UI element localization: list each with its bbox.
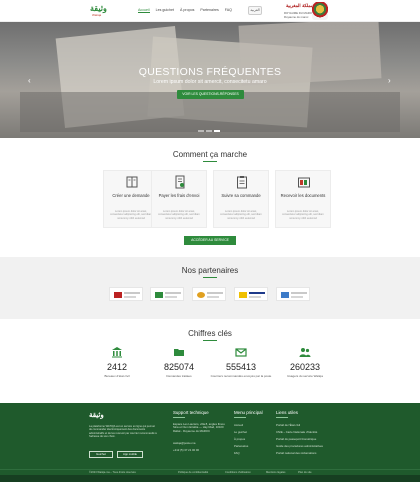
legal-link[interactable]: Plan du site <box>298 471 312 474</box>
receipt-icon <box>175 175 185 189</box>
watiqa-logo[interactable]: وثيقة Watiqa <box>88 3 114 19</box>
footer-menu-item[interactable]: À propos <box>234 437 245 441</box>
section-divider <box>203 277 217 278</box>
footer-menu-item[interactable]: FAQ <box>234 451 240 455</box>
step-card: Recevoir les documents Lorem ipsum dolor… <box>275 170 331 228</box>
slide-dot[interactable] <box>198 130 204 132</box>
logo-sub: Watiqa <box>92 13 102 17</box>
support-phone: +212 (5) 37 21 00 00 <box>173 448 200 452</box>
menu-title: Menu principal <box>234 410 263 415</box>
footer-link[interactable]: CNIE – Carte Nationale d'Identité <box>276 430 317 434</box>
step-title: Suivre sa commande <box>221 193 261 198</box>
book-icon <box>126 176 138 188</box>
step-title: Recevoir les documents <box>280 193 326 198</box>
nav-item-about[interactable]: À propos <box>180 8 194 13</box>
stats-title: Chiffres clés <box>188 329 232 338</box>
language-button[interactable]: العربية <box>248 6 262 15</box>
support-title: Support technique <box>173 410 209 415</box>
step-desc: Lorem ipsum dolor sit amet, consectetur … <box>220 210 262 220</box>
site-footer: وثيقة La plateforme WATIQA est un servic… <box>0 403 420 475</box>
stat-item: 555413 Courriers recommandés envoyés par… <box>206 346 276 379</box>
building-icon <box>112 347 122 358</box>
nav-item-partners[interactable]: Partenaires <box>200 8 218 13</box>
legal-link[interactable]: Politique de confidentialité <box>178 471 208 474</box>
stat-label: Bureaux d'état civil <box>104 374 130 378</box>
hero-subtitle: Lorem ipsum dolor sit amercit, consecite… <box>153 79 267 85</box>
gov-line-2: Royaume du maroc <box>284 15 309 19</box>
section-divider <box>203 161 217 162</box>
site-header: وثيقة Watiqa Accueil Les guichet À propo… <box>0 0 420 22</box>
stat-value: 2412 <box>106 362 128 372</box>
clipboard-icon <box>237 176 247 189</box>
support-email[interactable]: watiqa@poste.ma <box>173 441 195 445</box>
footer-link[interactable]: Guide des procédures administratives <box>276 444 323 448</box>
faq-button[interactable]: VOIR LES QUESTIONS-RÉPONSES <box>177 90 244 99</box>
how-title: Comment ça marche <box>172 150 248 159</box>
footer-menu-item[interactable]: Le guichet <box>234 430 247 434</box>
next-slide-icon[interactable]: › <box>388 76 391 85</box>
footer-menu-item[interactable]: Accueil <box>234 423 243 427</box>
step-desc: Lorem ipsum dolor sit amet, consectetur … <box>110 210 152 220</box>
partner-logo[interactable] <box>276 287 310 301</box>
legal-link[interactable]: Conditions d'utilisation <box>225 471 251 474</box>
nav-item-guichet[interactable]: Les guichet <box>156 8 174 13</box>
step-title: Payer les frais d'envoi <box>158 193 200 198</box>
footer-menu-item[interactable]: Partenaires <box>234 444 248 448</box>
folder-icon <box>174 349 184 356</box>
footer-about: La plateforme WATIQA est un service en l… <box>89 425 157 439</box>
royal-emblem-icon <box>312 2 328 20</box>
footer-divider <box>276 417 288 418</box>
partner-logo[interactable] <box>192 287 226 301</box>
stat-value: 825074 <box>163 362 195 372</box>
step-desc: Lorem ipsum dolor sit amet, consectetur … <box>282 210 324 220</box>
partners-title: Nos partenaires <box>181 266 239 275</box>
footer-link[interactable]: Portail de l'État civil <box>276 423 300 427</box>
nav-item-home[interactable]: Accueil <box>138 8 150 13</box>
bottom-strip <box>0 475 420 482</box>
slide-dot-active[interactable] <box>214 130 220 132</box>
stat-label: Usagers du service Watiqa <box>287 374 323 378</box>
stat-item: 2412 Bureaux d'état civil <box>82 346 152 379</box>
partner-logo[interactable] <box>234 287 268 301</box>
nav-item-faq[interactable]: FAQ <box>225 8 232 13</box>
copyright: ©2023 Watiqa.ma – Tous droits réservés <box>89 471 136 474</box>
slider-dots <box>198 130 220 132</box>
footer-link[interactable]: Portail national des réclamations <box>276 451 316 455</box>
step-title: Créer une demande <box>112 193 150 198</box>
step-desc: Lorem ipsum dolor sit amet, consectetur … <box>158 210 200 220</box>
hero-title: QUESTIONS FRÉQUENTES <box>138 66 282 78</box>
step-card: Payer les frais d'envoi Lorem ipsum dolo… <box>151 170 207 228</box>
users-icon <box>299 348 311 357</box>
footer-guichet-button[interactable]: Guichet <box>89 451 113 458</box>
stat-item: 260233 Usagers du service Watiqa <box>270 346 340 379</box>
partner-logo[interactable] <box>150 287 184 301</box>
step-card: Suivre sa commande Lorem ipsum dolor sit… <box>213 170 269 228</box>
footer-divider <box>234 417 246 418</box>
support-address: Espace Les Lauriers, villa 8, angles Ibn… <box>173 422 225 433</box>
stat-label: Courriers recommandés envoyés par la pos… <box>210 374 272 378</box>
footer-logo[interactable]: وثيقة <box>89 410 104 419</box>
section-divider <box>203 340 217 341</box>
stat-value: 555413 <box>225 362 257 372</box>
links-title: Liens utiles <box>276 410 298 415</box>
footer-divider <box>173 417 185 418</box>
legal-link[interactable]: Mentions légales <box>266 471 285 474</box>
stat-label: Demandes traitées <box>166 374 192 378</box>
access-service-button[interactable]: ACCÉDER AU SERVICE <box>184 236 236 245</box>
footer-app-button[interactable]: App mobile <box>117 451 143 458</box>
footer-link[interactable]: Portail du passeport biométrique <box>276 437 316 441</box>
archive-icon <box>298 177 310 188</box>
main-nav: Accueil Les guichet À propos Partenaires… <box>138 8 232 13</box>
logo-text: وثيقة <box>90 3 107 13</box>
stat-value: 260233 <box>289 362 321 372</box>
slide-dot[interactable] <box>206 130 212 132</box>
stat-item: 825074 Demandes traitées <box>144 346 214 379</box>
envelope-icon <box>235 348 247 357</box>
partner-logo[interactable] <box>109 287 143 301</box>
hero-slider: QUESTIONS FRÉQUENTES Lorem ipsum dolor s… <box>0 22 420 138</box>
prev-slide-icon[interactable]: ‹ <box>28 76 31 85</box>
